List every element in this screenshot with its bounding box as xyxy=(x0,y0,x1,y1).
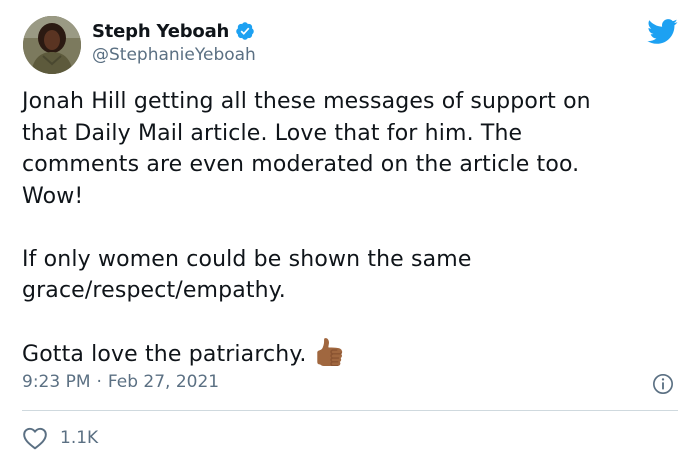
tweet-line: Wow! xyxy=(22,183,84,209)
author-handle[interactable]: @StephanieYeboah xyxy=(92,45,256,65)
like-count: 1.1K xyxy=(60,428,99,448)
tweet-date[interactable]: Feb 27, 2021 xyxy=(108,372,219,392)
twitter-bird-icon[interactable] xyxy=(646,18,678,45)
avatar-photo xyxy=(23,16,81,74)
tweet-line: comments are even moderated on the artic… xyxy=(22,152,580,177)
tweet-line-last: Gotta love the patriarchy. xyxy=(22,338,672,371)
tweet-time[interactable]: 9:23 PM xyxy=(22,372,91,392)
info-icon[interactable] xyxy=(652,373,674,395)
divider xyxy=(22,410,678,411)
meta-separator: · xyxy=(96,372,102,392)
tweet-line: Jonah Hill getting all these messages of… xyxy=(22,89,591,114)
like-button[interactable]: 1.1K xyxy=(22,426,98,450)
tweet-line: grace/respect/empathy. xyxy=(22,278,286,303)
tweet-timestamp[interactable]: 9:23 PM · Feb 27, 2021 xyxy=(22,372,219,392)
tweet-line: that Daily Mail article. Love that for h… xyxy=(22,120,523,146)
tweet-line: Gotta love the patriarchy. xyxy=(22,342,307,367)
thumbs-up-icon xyxy=(315,338,343,366)
display-name[interactable]: Steph Yeboah xyxy=(92,21,229,42)
heart-outline-icon xyxy=(22,426,48,450)
author-row: Steph Yeboah xyxy=(92,18,255,44)
tweet-line: If only women could be shown the same xyxy=(22,246,472,272)
avatar[interactable] xyxy=(23,16,81,74)
verified-badge-icon xyxy=(235,21,255,41)
tweet-text: Jonah Hill getting all these messages of… xyxy=(22,86,672,371)
